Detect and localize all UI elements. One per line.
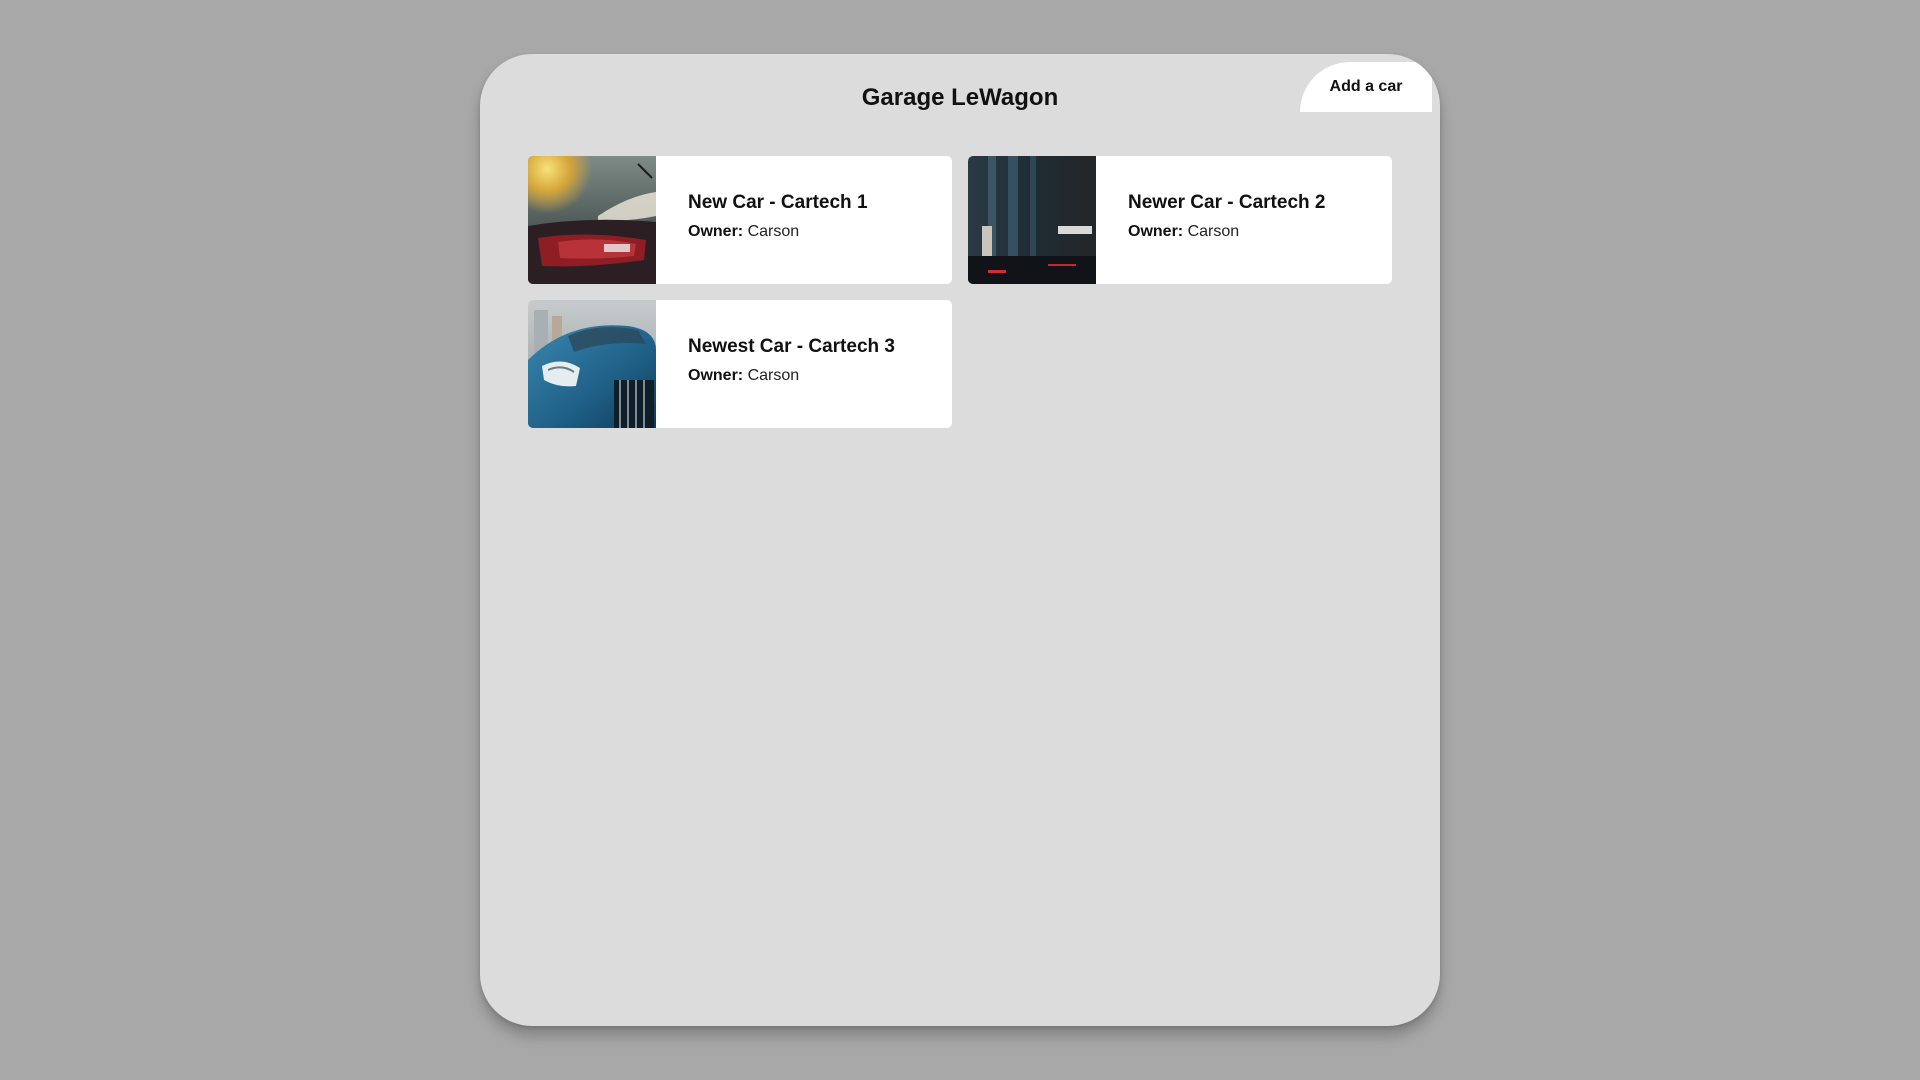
car-title: New Car - Cartech 1 bbox=[688, 192, 868, 213]
car-list: New Car - Cartech 1 Owner: Carson Newer … bbox=[528, 156, 1392, 428]
owner-name: Carson bbox=[747, 367, 800, 384]
owner-label: Owner: bbox=[1128, 223, 1184, 240]
car-image bbox=[528, 156, 656, 284]
car-card[interactable]: New Car - Cartech 1 Owner: Carson bbox=[528, 156, 952, 284]
owner-label: Owner: bbox=[688, 223, 744, 240]
car-owner: Owner: Carson bbox=[688, 223, 868, 241]
car-title: Newest Car - Cartech 3 bbox=[688, 336, 895, 357]
garage-app-window: Garage LeWagon Add a car New Car - Carte… bbox=[480, 54, 1440, 1026]
car-card[interactable]: Newest Car - Cartech 3 Owner: Carson bbox=[528, 300, 952, 428]
car-image bbox=[528, 300, 656, 428]
car-taillight-photo bbox=[528, 156, 656, 284]
owner-label: Owner: bbox=[688, 367, 744, 384]
owner-name: Carson bbox=[747, 223, 800, 240]
add-car-button[interactable]: Add a car bbox=[1300, 62, 1432, 112]
owner-name: Carson bbox=[1187, 223, 1240, 240]
car-card[interactable]: Newer Car - Cartech 2 Owner: Carson bbox=[968, 156, 1392, 284]
car-owner: Owner: Carson bbox=[688, 367, 895, 385]
car-image bbox=[968, 156, 1096, 284]
page-title: Garage LeWagon bbox=[861, 84, 1059, 111]
car-garage-dark-photo bbox=[968, 156, 1096, 284]
blue-sports-car-photo bbox=[528, 300, 656, 428]
car-title: Newer Car - Cartech 2 bbox=[1128, 192, 1326, 213]
car-owner: Owner: Carson bbox=[1128, 223, 1325, 241]
